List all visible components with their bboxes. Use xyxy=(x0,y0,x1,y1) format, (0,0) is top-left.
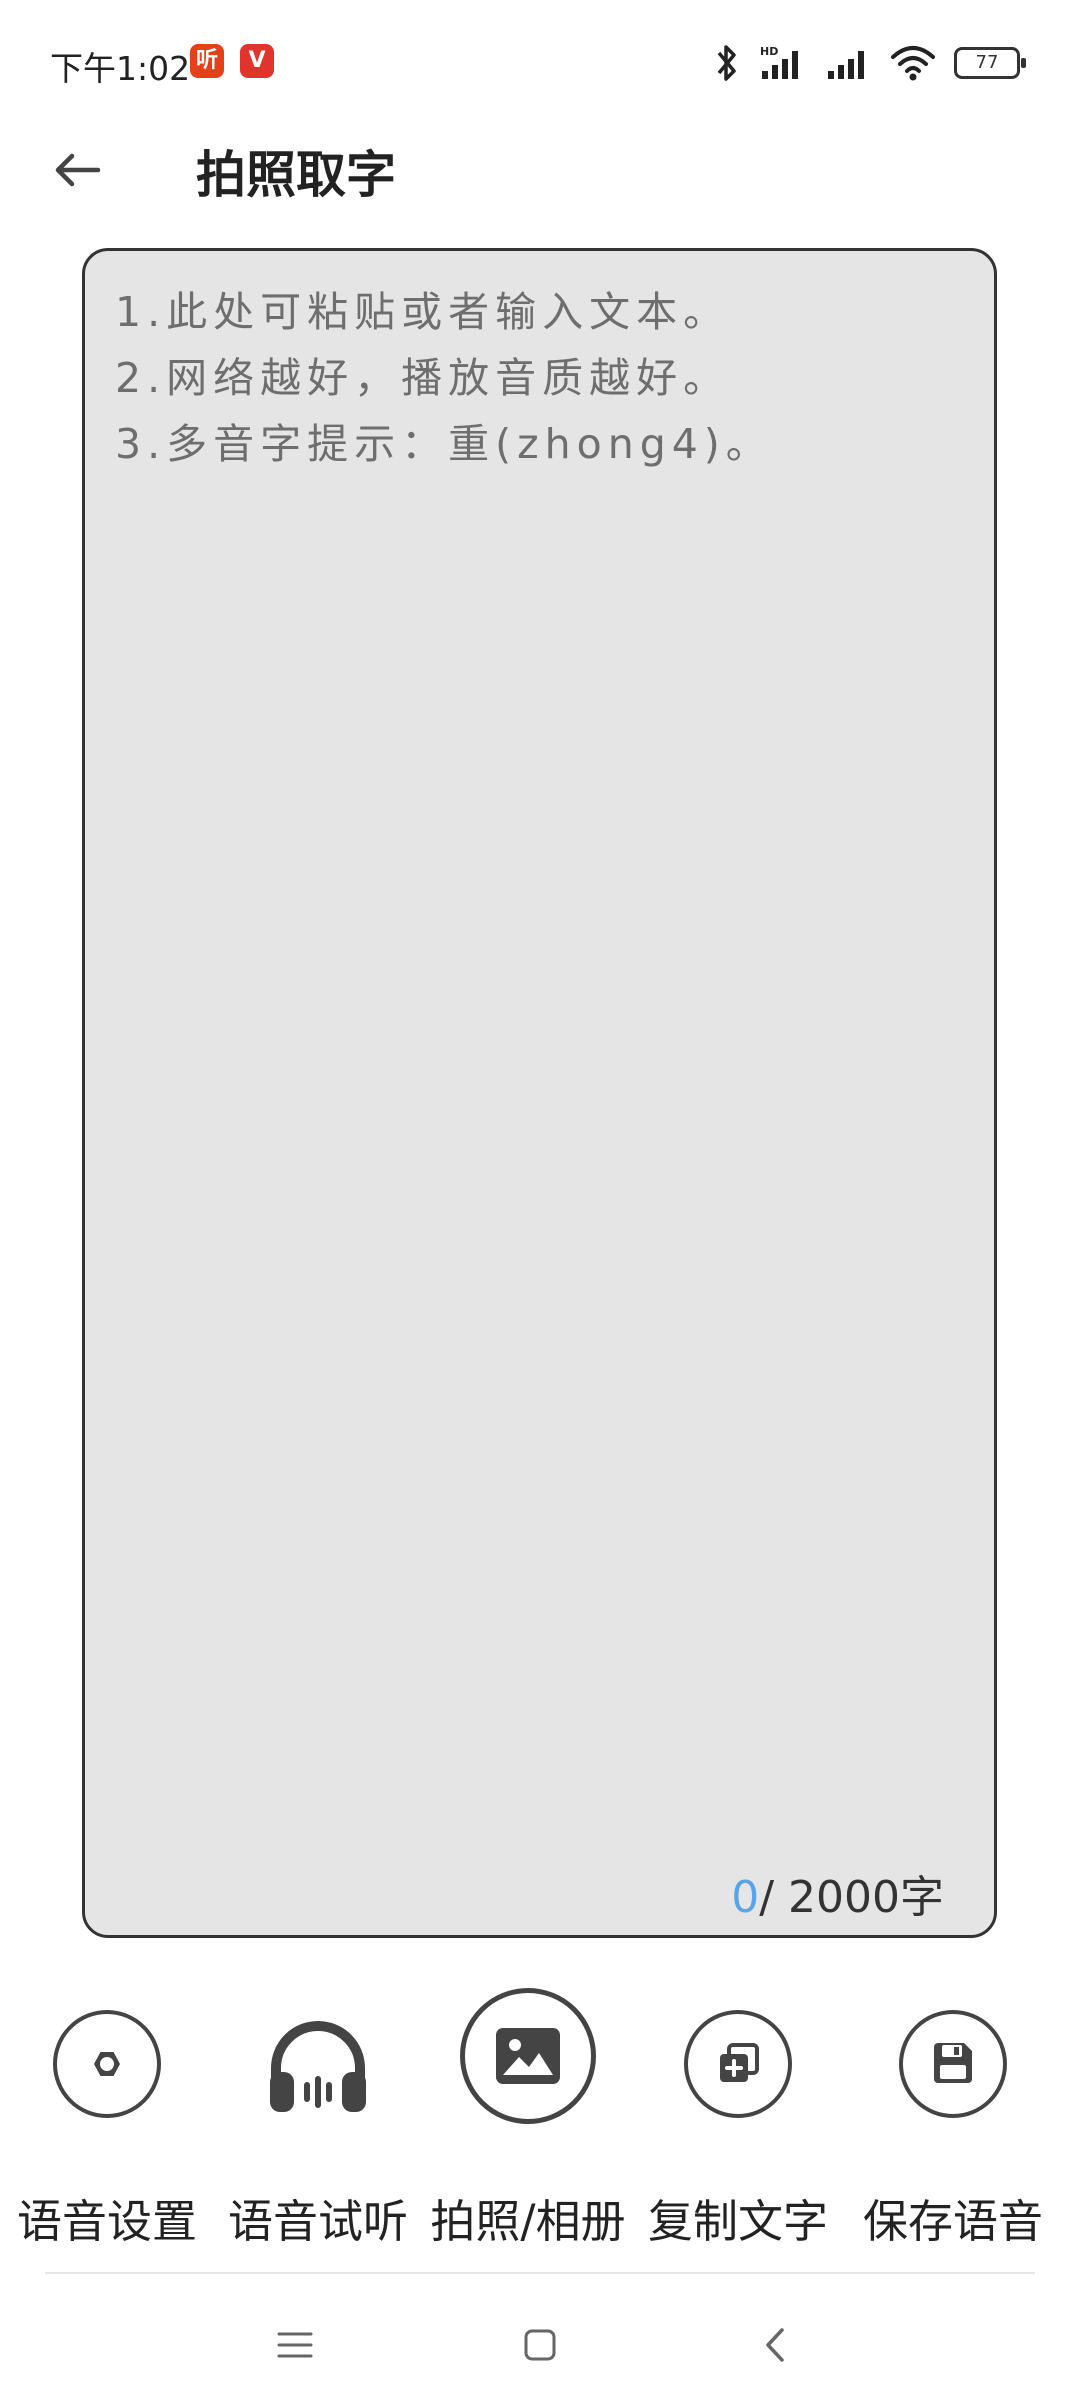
wifi-icon xyxy=(891,46,935,81)
image-icon xyxy=(460,1988,596,2124)
battery-indicator: 77 xyxy=(954,47,1026,79)
home-square-icon xyxy=(524,2329,556,2361)
back-button[interactable] xyxy=(42,130,112,210)
status-icons: HD 77 xyxy=(714,38,1026,88)
save-icon xyxy=(899,2010,1007,2118)
menu-icon xyxy=(277,2332,313,2358)
system-navigation-bar xyxy=(0,2290,1080,2400)
home-button[interactable] xyxy=(505,2310,575,2380)
status-time: 下午1:02 xyxy=(50,49,191,88)
voice-settings-button[interactable]: 语音设置 xyxy=(2,2010,212,2250)
copy-text-button[interactable]: 复制文字 xyxy=(633,2010,843,2250)
signal-icon xyxy=(828,51,864,79)
status-bar: 下午1:02 听 V HD 77 xyxy=(0,0,1080,130)
divider xyxy=(45,2272,1035,2274)
photo-album-label: 拍照/相册 xyxy=(430,2195,626,2248)
notification-app-icon: 听 xyxy=(190,44,224,78)
system-back-button[interactable] xyxy=(740,2310,810,2380)
hint-line: 1.此处可粘贴或者输入文本。 xyxy=(115,288,731,336)
hint-line: 2.网络越好，播放音质越好。 xyxy=(115,354,731,402)
text-input-area[interactable]: 1.此处可粘贴或者输入文本。 2.网络越好，播放音质越好。 3.多音字提示：重(… xyxy=(82,248,997,1938)
character-counter: 0/ 2000字 xyxy=(731,1861,944,1925)
hint-line: 3.多音字提示：重(zhong4)。 xyxy=(115,420,773,468)
page-title: 拍照取字 xyxy=(196,146,396,204)
photo-album-button[interactable]: 拍照/相册 xyxy=(423,1988,633,2250)
save-audio-label: 保存语音 xyxy=(862,2195,1043,2248)
notification-app-icon-2: V xyxy=(240,44,274,78)
menu-button[interactable] xyxy=(260,2310,330,2380)
settings-icon xyxy=(53,2010,161,2118)
copy-icon xyxy=(684,2010,792,2118)
bluetooth-icon xyxy=(717,45,736,81)
arrow-left-icon xyxy=(55,153,101,187)
character-limit: / 2000字 xyxy=(759,1872,944,1923)
save-audio-button[interactable]: 保存语音 xyxy=(848,2010,1058,2250)
signal-hd-icon: HD xyxy=(760,45,798,79)
bottom-toolbar: 语音设置 语音试听 拍照/相册 复制文字 保存语音 xyxy=(0,1988,1080,2250)
copy-text-label: 复制文字 xyxy=(647,2195,828,2248)
input-placeholder: 1.此处可粘贴或者输入文本。 2.网络越好，播放音质越好。 3.多音字提示：重(… xyxy=(115,279,773,477)
headphones-icon xyxy=(262,2010,374,2122)
voice-preview-button[interactable]: 语音试听 xyxy=(213,2010,423,2250)
voice-settings-label: 语音设置 xyxy=(16,2195,197,2248)
chevron-left-icon xyxy=(766,2328,784,2362)
voice-preview-label: 语音试听 xyxy=(227,2195,408,2248)
hd-label: HD xyxy=(760,45,778,58)
character-count: 0 xyxy=(731,1872,760,1923)
